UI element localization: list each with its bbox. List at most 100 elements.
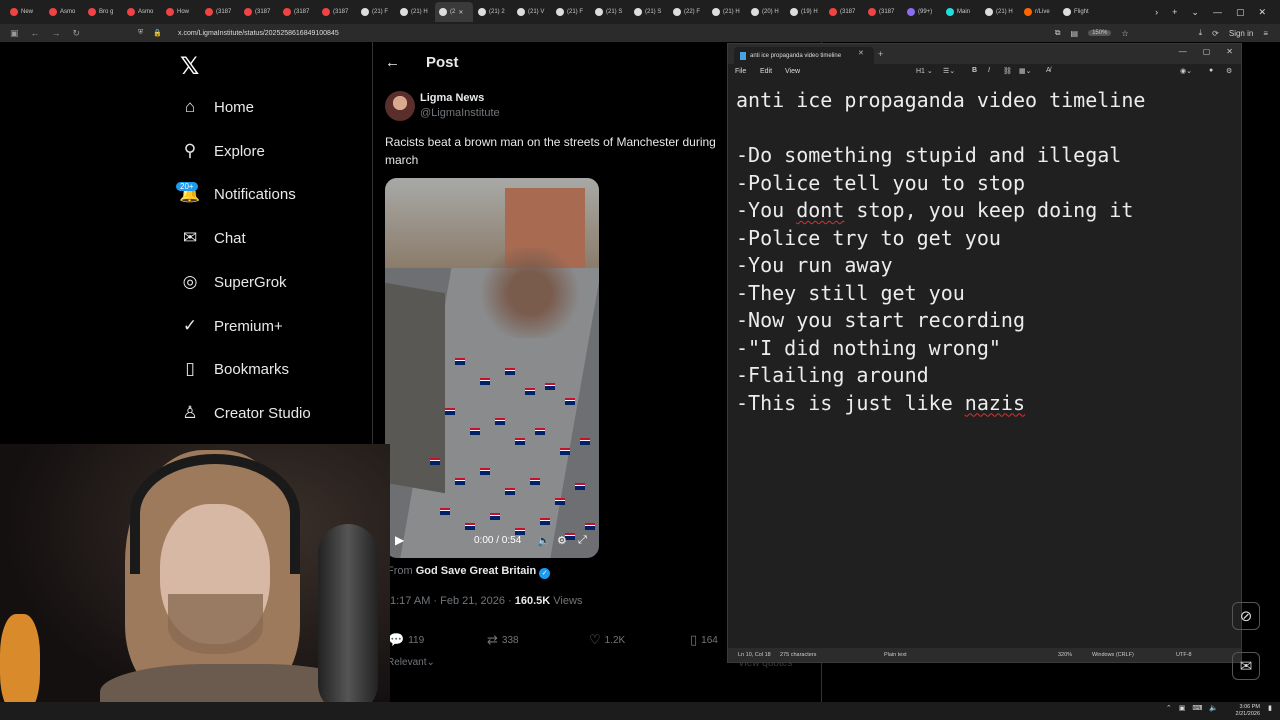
browser-tab[interactable]: (21) F <box>357 2 395 22</box>
extensions-icon[interactable]: ⧉ <box>1055 28 1061 38</box>
star-icon[interactable]: ☆ <box>1121 29 1128 38</box>
browser-tab[interactable]: (3187 <box>240 2 278 22</box>
tab-scroll-right-icon[interactable]: › <box>1155 7 1158 17</box>
zoom-indicator[interactable]: 150% <box>1088 30 1112 36</box>
tab-list-icon[interactable]: ⌄ <box>1191 7 1199 18</box>
network-icon[interactable]: ⌨ <box>1192 704 1202 712</box>
browser-tab[interactable]: (21) H <box>396 2 434 22</box>
post-timestamp[interactable]: 1:17 AM · Feb 21, 2026 · <box>390 595 512 607</box>
browser-tab[interactable]: (21) H <box>981 2 1019 22</box>
video-player[interactable] <box>385 178 599 558</box>
avatar[interactable] <box>385 91 415 121</box>
menu-file[interactable]: File <box>735 68 746 75</box>
reload-icon[interactable]: ↻ <box>73 28 81 39</box>
browser-tab[interactable]: (3187 <box>279 2 317 22</box>
back-icon[interactable]: ← <box>31 28 40 39</box>
new-tab-icon[interactable]: + <box>878 49 883 59</box>
zoom-status[interactable]: 320% <box>1058 652 1072 658</box>
close-icon[interactable]: ✕ <box>1226 47 1233 56</box>
minimize-icon[interactable]: — <box>1179 47 1187 56</box>
tray-app-icon[interactable]: ▣ <box>1179 704 1186 712</box>
tray-chevron-icon[interactable]: ⌃ <box>1166 704 1172 712</box>
sidebar-item-bookmarks[interactable]: ▯ Bookmarks <box>180 359 289 379</box>
menu-icon[interactable]: ≡ <box>1263 29 1268 38</box>
sidebar-item-premium[interactable]: ✓ Premium+ <box>180 316 283 336</box>
grok-icon[interactable]: ⊘ <box>1232 602 1260 630</box>
author-name[interactable]: Ligma News <box>420 92 484 104</box>
browser-tab[interactable]: (3187 <box>864 2 902 22</box>
notepad-tab[interactable]: anti ice propaganda video timeline <box>734 47 874 64</box>
x-logo[interactable]: 𝕏 <box>180 52 199 81</box>
menu-view[interactable]: View <box>785 68 800 75</box>
fullscreen-icon[interactable]: ⤢ <box>578 534 587 547</box>
browser-tab[interactable]: (99+) <box>903 2 941 22</box>
bookmark-button[interactable]: ▯ 164 <box>690 632 718 648</box>
browser-tab[interactable]: (21) 2 <box>474 2 512 22</box>
browser-tab[interactable]: (21) S <box>630 2 668 22</box>
browser-tab[interactable]: How <box>162 2 200 22</box>
browser-tab[interactable]: Asmo <box>45 2 83 22</box>
sidebar-item-explore[interactable]: ⚲ Explore <box>180 141 265 161</box>
list-icon[interactable]: ☰⌄ <box>943 67 955 75</box>
sidebar-item-chat[interactable]: ✉ Chat <box>180 228 246 248</box>
browser-tab[interactable]: Asmo <box>123 2 161 22</box>
browser-tab[interactable]: r/Live <box>1020 2 1058 22</box>
volume-icon[interactable]: 🔈 <box>1209 704 1218 712</box>
account-icon[interactable]: ● <box>1209 67 1213 74</box>
browser-tab[interactable]: (21) S <box>591 2 629 22</box>
taskbar-clock[interactable]: 3:06 PM 2/21/2026 <box>1236 704 1260 718</box>
browser-tab[interactable]: (3187 <box>318 2 356 22</box>
table-icon[interactable]: ▦⌄ <box>1019 67 1031 75</box>
menu-edit[interactable]: Edit <box>760 68 772 75</box>
sort-dropdown[interactable]: Relevant⌄ <box>387 657 435 668</box>
site-info-icon[interactable]: ⛨ <box>138 29 143 37</box>
notification-center-icon[interactable]: ▮ <box>1268 704 1272 712</box>
browser-tab[interactable]: (3187 <box>825 2 863 22</box>
repost-button[interactable]: ⇄ 338 <box>487 632 519 648</box>
browser-tab[interactable]: (2 ✕ <box>435 2 473 22</box>
sidebar-item-creator-studio[interactable]: ♙ Creator Studio <box>180 403 310 423</box>
browser-tab[interactable]: (22) F <box>669 2 707 22</box>
volume-icon[interactable]: 🔈 <box>537 534 551 547</box>
italic-icon[interactable]: I <box>988 67 990 74</box>
author-handle[interactable]: @LigmaInstitute <box>420 107 500 119</box>
browser-tab[interactable]: (21) V <box>513 2 551 22</box>
settings-icon[interactable]: ⚙ <box>1226 67 1232 75</box>
like-button[interactable]: ♡ 1.2K <box>589 632 625 648</box>
heading-dropdown[interactable]: H1 ⌄ <box>916 67 933 75</box>
browser-tab[interactable]: Main <box>942 2 980 22</box>
play-icon[interactable]: ▶ <box>395 533 404 547</box>
sidebar-item-supergrok[interactable]: ◎ SuperGrok <box>180 272 287 292</box>
browser-tab[interactable]: (20) H <box>747 2 785 22</box>
maximize-icon[interactable]: ▢ <box>1236 7 1245 18</box>
browser-tab[interactable]: Bro g <box>84 2 122 22</box>
browser-tab[interactable]: (21) F <box>552 2 590 22</box>
settings-icon[interactable]: ⚙ <box>557 534 567 547</box>
maximize-icon[interactable]: ▢ <box>1203 47 1211 56</box>
browser-tab[interactable]: (19) H <box>786 2 824 22</box>
browser-tab[interactable]: New <box>6 2 44 22</box>
messages-icon[interactable]: ✉ <box>1232 652 1260 680</box>
back-arrow-icon[interactable]: ← <box>385 54 400 71</box>
new-tab-icon[interactable]: + <box>1172 7 1177 17</box>
download-icon[interactable]: ⤓ <box>1199 28 1203 38</box>
browser-tab[interactable]: (3187 <box>201 2 239 22</box>
from-account-link[interactable]: God Save Great Britain <box>416 565 536 577</box>
bold-icon[interactable]: B <box>972 67 977 74</box>
sign-in-button[interactable]: Sign in <box>1229 29 1253 38</box>
link-icon[interactable]: ⛓ <box>1003 67 1012 75</box>
minimize-icon[interactable]: — <box>1213 7 1222 17</box>
sidebar-item-home[interactable]: ⌂ Home <box>180 97 254 117</box>
tab-close-icon[interactable]: ✕ <box>458 9 463 16</box>
sync-icon[interactable]: ⟳ <box>1212 29 1219 38</box>
sidebar-toggle-icon[interactable]: ▣ <box>10 28 19 39</box>
reply-button[interactable]: 💬 119 <box>388 632 424 648</box>
url-field[interactable]: x.com/LigmaInstitute/status/202525861684… <box>178 30 339 37</box>
copilot-icon[interactable]: ◉⌄ <box>1180 67 1192 75</box>
tab-close-icon[interactable]: ✕ <box>858 49 864 57</box>
clear-format-icon[interactable]: A̸ <box>1046 67 1051 74</box>
browser-tab[interactable]: (21) H <box>708 2 746 22</box>
reader-icon[interactable]: ▤ <box>1071 29 1079 38</box>
forward-icon[interactable]: → <box>52 28 61 39</box>
close-icon[interactable]: ✕ <box>1258 7 1266 18</box>
